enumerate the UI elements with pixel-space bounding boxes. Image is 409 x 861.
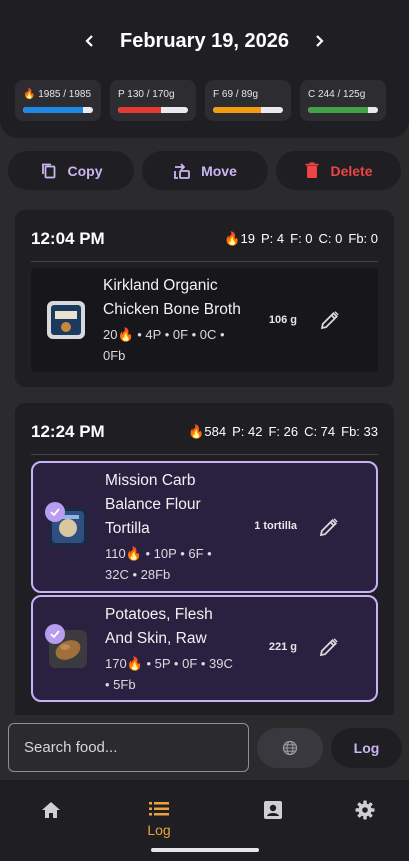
search-food-input[interactable]: [8, 723, 249, 772]
food-item-selected[interactable]: Mission Carb Balance Flour Tortilla 110🔥 •…: [31, 461, 378, 593]
carbs-progress-bar: [308, 107, 378, 113]
food-stats: 20🔥 • 4P • 0F • 0C • 0Fb: [103, 327, 225, 363]
move-icon: [174, 162, 190, 179]
carbs-card[interactable]: C 244 / 125g: [300, 80, 386, 121]
meal-carbs: C: 74: [304, 424, 336, 439]
current-date[interactable]: February 19, 2026: [120, 30, 289, 53]
copy-icon: [41, 163, 55, 178]
copy-label: Copy: [67, 162, 103, 179]
trash-icon: [305, 162, 319, 178]
food-name: Potatoes, Flesh And Skin, Raw: [105, 605, 213, 647]
meal-fat: F: 0: [290, 231, 313, 246]
fat-progress-fill: [213, 107, 261, 113]
account-box-icon: [264, 801, 282, 819]
log-food-button[interactable]: Log: [331, 728, 402, 768]
edit-icon[interactable]: [317, 635, 341, 659]
home-indicator: [151, 848, 259, 852]
flame-icon: 🔥: [188, 423, 205, 439]
calories-progress-bar: [23, 107, 93, 113]
food-details: Mission Carb Balance Flour Tortilla 110🔥 •…: [105, 469, 255, 585]
meal-card: 12:04 PM 🔥19 P: 4 F: 0 C: 0 Fb: 0 Kirkla…: [15, 210, 394, 387]
previous-day-button[interactable]: [70, 24, 110, 58]
meal-header[interactable]: 12:04 PM 🔥19 P: 4 F: 0 C: 0 Fb: 0: [31, 216, 378, 262]
food-stats: 110🔥 • 10P • 6F • 32C • 28Fb: [105, 546, 212, 582]
macro-summary: 🔥 1985 / 1985 P 130 / 170g F 69 / 89g C …: [15, 80, 386, 121]
selected-check-icon: [45, 623, 65, 644]
carbs-target-marker: [368, 107, 371, 113]
calories-card[interactable]: 🔥 1985 / 1985: [15, 80, 101, 121]
edit-icon[interactable]: [317, 515, 341, 539]
globe-icon: [282, 740, 298, 756]
protein-target-marker: [178, 107, 181, 113]
next-day-button[interactable]: [299, 24, 339, 58]
carbs-label: C 244 / 125g: [308, 89, 366, 100]
food-name: Kirkland Organic Chicken Bone Broth: [103, 277, 241, 318]
food-item[interactable]: Kirkland Organic Chicken Bone Broth 20🔥 •…: [31, 268, 378, 372]
fat-progress-bar: [213, 107, 283, 113]
nav-settings[interactable]: [314, 780, 409, 840]
food-stats: 170🔥 • 5P • 0F • 39C • 5Fb: [105, 655, 233, 692]
food-item-selected[interactable]: Potatoes, Flesh And Skin, Raw 170🔥 • 5P •…: [31, 595, 378, 702]
carbs-progress-fill: [308, 107, 369, 113]
nav-home[interactable]: [0, 780, 102, 840]
food-quantity: 106 g: [268, 314, 297, 326]
food-details: Kirkland Organic Chicken Bone Broth 20🔥 •…: [103, 274, 263, 366]
protein-progress-bar: [118, 107, 188, 113]
selected-check-icon: [45, 502, 65, 522]
home-icon: [42, 802, 60, 818]
day-header: February 19, 2026 🔥 1985 / 1985 P 130 / …: [0, 0, 409, 138]
protein-progress-fill: [118, 107, 162, 113]
copy-button[interactable]: Copy: [8, 151, 134, 190]
food-details: Potatoes, Flesh And Skin, Raw 170🔥 • 5P •…: [105, 603, 265, 695]
food-quantity: 221 g: [268, 641, 297, 653]
calories-label: 🔥 1985 / 1985: [23, 89, 92, 100]
nav-log-label: Log: [147, 822, 171, 838]
search-bar: Log: [8, 723, 404, 772]
meal-header[interactable]: 12:24 PM 🔥584 P: 42 F: 26 C: 74 Fb: 33: [31, 409, 378, 455]
protein-label: P 130 / 170g: [118, 89, 175, 100]
meal-time: 12:24 PM: [31, 421, 105, 441]
flame-icon: 🔥: [224, 230, 241, 246]
online-search-button[interactable]: [257, 728, 323, 768]
move-label: Move: [201, 162, 237, 179]
meal-fat: F: 26: [268, 424, 299, 439]
meal-calories: 🔥19: [224, 230, 255, 246]
meal-fiber: Fb: 33: [341, 424, 378, 439]
meal-protein: P: 4: [261, 231, 285, 246]
chevron-left-icon: [85, 35, 93, 47]
food-quantity: 1 tortilla: [254, 520, 297, 532]
food-image: [45, 623, 87, 668]
calories-target-marker: [83, 107, 86, 113]
nav-log[interactable]: Log: [108, 790, 210, 850]
fat-label: F 69 / 89g: [213, 89, 259, 100]
fat-target-marker: [273, 107, 276, 113]
protein-card[interactable]: P 130 / 170g: [110, 80, 196, 121]
food-name: Mission Carb Balance Flour Tortilla: [105, 472, 201, 537]
list-icon: [149, 802, 169, 816]
move-button[interactable]: Move: [142, 151, 268, 190]
nav-profile[interactable]: [222, 780, 324, 840]
meal-carbs: C: 0: [318, 231, 343, 246]
meal-totals: 🔥19 P: 4 F: 0 C: 0 Fb: 0: [224, 231, 378, 247]
meal-list[interactable]: 12:04 PM 🔥19 P: 4 F: 0 C: 0 Fb: 0 Kirkla…: [15, 210, 394, 715]
meal-calories: 🔥584: [188, 423, 227, 439]
fat-card[interactable]: F 69 / 89g: [205, 80, 291, 121]
date-navigator: February 19, 2026: [0, 24, 409, 58]
meal-protein: P: 42: [232, 424, 263, 439]
calories-progress-fill: [23, 107, 84, 113]
selection-actions: Copy Move Delete: [8, 151, 401, 190]
edit-icon[interactable]: [318, 308, 342, 332]
delete-label: Delete: [330, 162, 373, 179]
meal-time: 12:04 PM: [31, 228, 105, 248]
chevron-right-icon: [316, 35, 324, 47]
gear-icon: [355, 800, 375, 820]
meal-card: 12:24 PM 🔥584 P: 42 F: 26 C: 74 Fb: 33 M…: [15, 403, 394, 715]
meal-fiber: Fb: 0: [348, 231, 378, 246]
delete-button[interactable]: Delete: [276, 151, 401, 190]
food-image: [47, 301, 85, 339]
food-image: [45, 502, 87, 546]
meal-totals: 🔥584 P: 42 F: 26 C: 74 Fb: 33: [188, 424, 378, 440]
